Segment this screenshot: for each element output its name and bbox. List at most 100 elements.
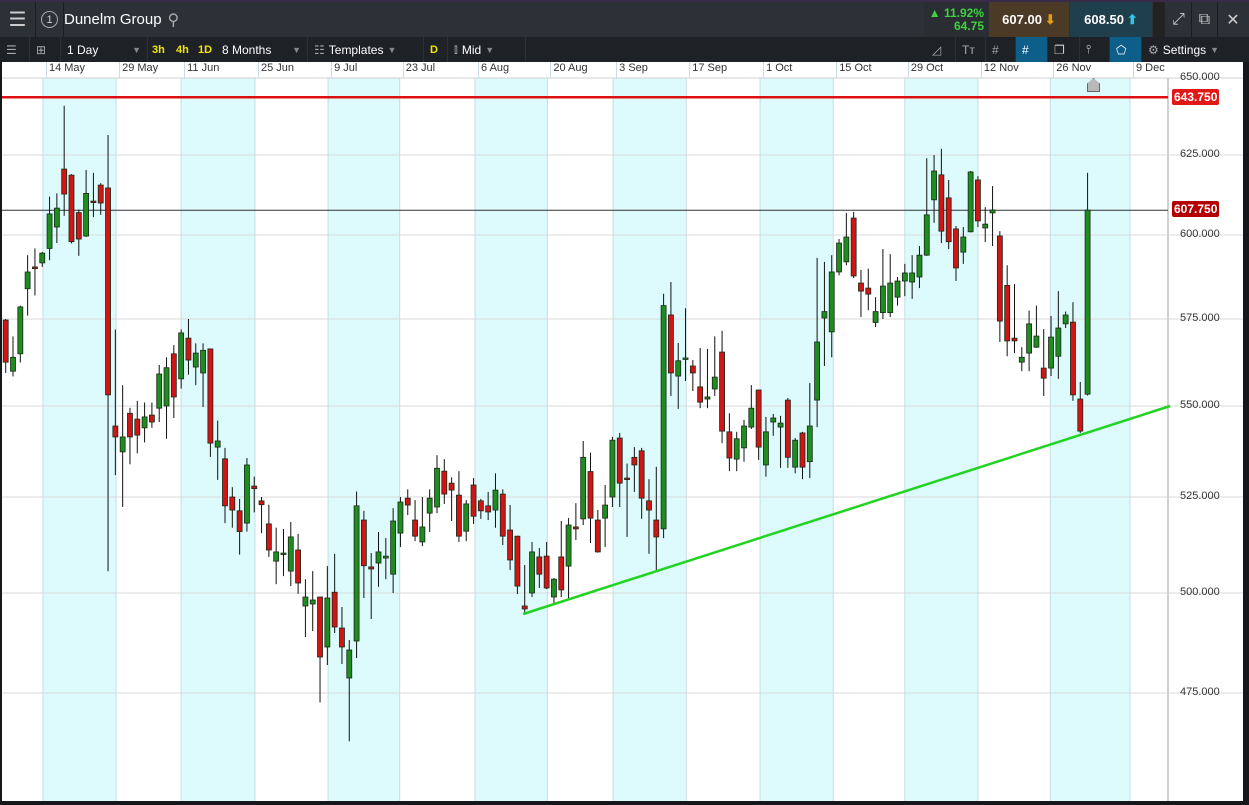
up-arrow-icon: ⬆	[1126, 11, 1138, 27]
chevron-down-icon: ▼	[292, 44, 301, 55]
interval-1d-button[interactable]: 1D	[194, 37, 216, 62]
date-tick-label: 23 Jul	[402, 62, 435, 78]
price-type-value: Mid	[461, 42, 482, 57]
bullish-candle	[17, 306, 24, 355]
bearish-candle	[1070, 321, 1076, 396]
chart-canvas[interactable]	[2, 62, 1243, 801]
instrument-search[interactable]: Dunelm Group ⚲	[64, 2, 179, 37]
hamburger-icon: ☰	[8, 9, 27, 31]
link-group-button[interactable]: 1	[36, 2, 64, 37]
bearish-candle	[1077, 398, 1084, 432]
settings-button[interactable]: ⚙ Settings ▼	[1142, 37, 1249, 62]
bullish-candle	[901, 272, 908, 282]
bearish-candle	[68, 174, 75, 243]
bullish-candle	[551, 578, 557, 598]
menu-button[interactable]: ☰	[0, 2, 36, 37]
layout-button[interactable]: ⊞	[30, 37, 61, 62]
bullish-candle	[909, 272, 916, 283]
bullish-candle	[960, 236, 967, 253]
bearish-candle	[1004, 284, 1011, 342]
text-tool-button[interactable]: Tт	[956, 37, 986, 62]
bullish-candle	[565, 524, 572, 567]
line-tool-icon: ◿	[932, 42, 942, 57]
draw-line-button[interactable]: ◿	[926, 37, 956, 62]
range-value: 8 Months	[222, 42, 272, 57]
bearish-candle	[404, 497, 411, 506]
bullish-candle	[982, 223, 989, 229]
price-label-toggle[interactable]: ⬠	[1110, 37, 1142, 62]
bullish-candle	[806, 425, 813, 463]
templates-select[interactable]: ☷ Templates ▼	[308, 37, 424, 62]
grid-toggle-button[interactable]: #	[986, 37, 1016, 62]
grid-edit-button[interactable]: #	[1016, 37, 1048, 62]
bearish-candle	[148, 414, 155, 423]
text-icon: Tт	[962, 42, 975, 57]
price-change: ▲ 11.92% 64.75	[924, 2, 988, 37]
chevron-down-icon: ▼	[485, 44, 495, 55]
crosshair-button[interactable]: ⫯	[1080, 37, 1110, 62]
bearish-candle	[236, 510, 243, 532]
close-button[interactable]: ✕	[1218, 2, 1248, 37]
bullish-candle	[419, 526, 426, 543]
interval-4h-button[interactable]: 4h	[172, 37, 193, 62]
bullish-candle	[426, 497, 433, 514]
bearish-candle	[105, 187, 111, 396]
bullish-candle	[748, 407, 755, 428]
bearish-candle	[61, 168, 68, 195]
bearish-candle	[112, 425, 119, 438]
bullish-candle	[711, 376, 718, 390]
bearish-candle	[499, 493, 506, 537]
date-tick-label: 12 Nov	[980, 62, 1019, 78]
drawing-mode-button[interactable]: D	[424, 37, 448, 62]
bearish-candle	[317, 596, 323, 658]
range-select[interactable]: 8 Months ▼	[216, 37, 308, 62]
bullish-candle	[244, 464, 250, 524]
bearish-candle	[514, 535, 521, 587]
maximize-button[interactable]: ⤢	[1166, 2, 1192, 37]
resize-grip[interactable]	[1153, 2, 1165, 37]
search-icon[interactable]: ⚲	[168, 10, 180, 30]
bullish-candle	[39, 252, 46, 264]
bullish-candle	[609, 439, 616, 498]
date-tick-label: 20 Aug	[550, 62, 588, 78]
bullish-candle	[967, 171, 974, 233]
bullish-candle	[83, 192, 90, 237]
bearish-candle	[2, 319, 9, 363]
price-chart[interactable]: 14 May 29 May 11 Jun 25 Jun 9 Jul 23 Jul 6 Aug…	[2, 62, 1243, 801]
bearish-candle	[850, 217, 857, 277]
bullish-candle	[916, 254, 923, 278]
bullish-candle	[1048, 336, 1054, 369]
bearish-candle	[689, 365, 696, 374]
popout-button[interactable]: ⧉	[1192, 2, 1218, 37]
bearish-candle	[470, 484, 477, 517]
tag-icon: ⬠	[1116, 42, 1127, 57]
interval-3h-button[interactable]: 3h	[148, 37, 169, 62]
bullish-candle	[843, 236, 850, 263]
interval-select[interactable]: 1 Day ▼	[61, 37, 148, 62]
bullish-candle	[1055, 327, 1062, 357]
settings-label: Settings	[1162, 42, 1207, 57]
date-tick-label: 3 Sep	[616, 62, 648, 78]
bearish-candle	[536, 556, 543, 575]
bearish-candle	[938, 174, 945, 232]
sell-button[interactable]: 607.00 ⬇	[989, 2, 1069, 37]
bullish-candle	[53, 207, 60, 228]
layers-button[interactable]: ❐	[1048, 37, 1080, 62]
bearish-candle	[170, 353, 177, 398]
buy-button[interactable]: 608.50 ⬆	[1070, 2, 1152, 37]
list-view-button[interactable]: ☰	[0, 37, 30, 62]
bearish-candle	[134, 418, 141, 436]
bullish-candle	[375, 551, 382, 564]
bullish-candle	[660, 305, 667, 530]
bearish-candle	[448, 482, 455, 491]
bearish-candle	[624, 477, 630, 480]
price-type-select[interactable]: ⫾ Mid ▼	[448, 37, 526, 62]
popout-icon: ⧉	[1198, 10, 1211, 28]
date-tick-label: 9 Jul	[331, 62, 357, 78]
bearish-candle	[360, 519, 367, 567]
bearish-candle	[996, 235, 1003, 322]
bearish-candle	[207, 348, 214, 444]
bullish-candle	[792, 439, 799, 468]
interval-value: 1 Day	[67, 42, 99, 57]
list-icon: ☰	[6, 42, 17, 57]
